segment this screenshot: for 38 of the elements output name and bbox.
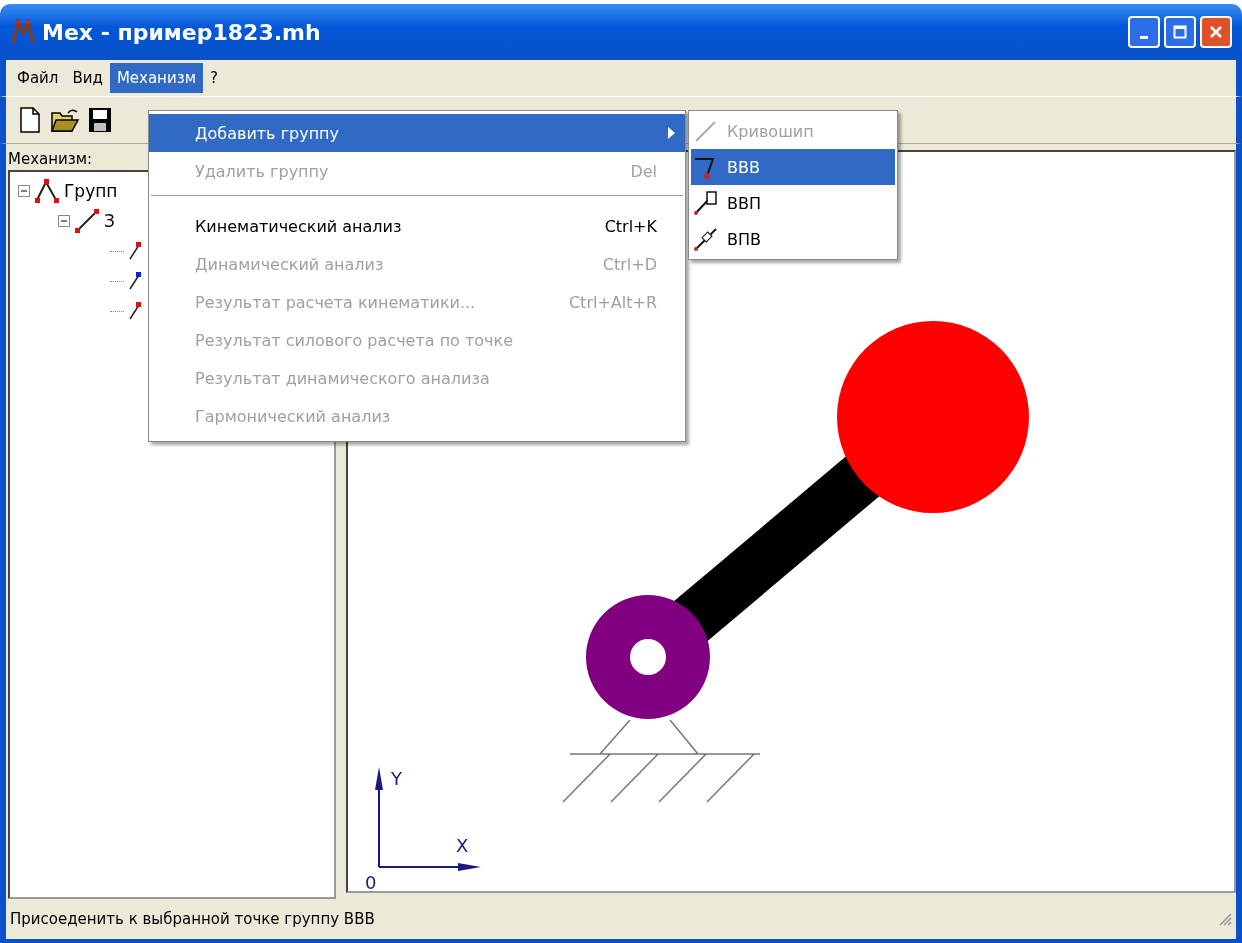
- linkage-icon: [34, 178, 60, 204]
- collapse-toggle[interactable]: [58, 215, 70, 227]
- menu-item[interactable]: Механизм: [109, 63, 203, 93]
- maximize-icon: [1173, 25, 1187, 39]
- menu-item[interactable]: Файл: [10, 63, 66, 93]
- joint-icon[interactable]: [128, 271, 142, 291]
- resize-grip-icon[interactable]: [1218, 912, 1232, 926]
- status-text: Присоеденить к выбранной точке группу ВВВ: [10, 910, 375, 928]
- joint-icon[interactable]: [128, 241, 142, 261]
- link-icon: [74, 208, 100, 234]
- axis-label: Y: [391, 768, 402, 789]
- axis-label: X: [456, 835, 469, 856]
- collapse-toggle[interactable]: [18, 185, 30, 197]
- menu-item[interactable]: ВПВ: [691, 221, 895, 257]
- joint-icon[interactable]: [128, 301, 142, 321]
- panel-label: Механизм:: [7, 150, 94, 170]
- open-folder-icon[interactable]: [50, 107, 80, 133]
- menu-item[interactable]: Добавить группу: [149, 114, 685, 152]
- origin-label: 0: [365, 872, 377, 892]
- menu-item[interactable]: ВВВ: [691, 149, 895, 185]
- close-button[interactable]: [1200, 16, 1232, 48]
- close-icon: [1209, 25, 1223, 39]
- minimize-button[interactable]: [1128, 16, 1160, 48]
- minimize-icon: [1140, 35, 1148, 39]
- window-title: Мех - пример1823.mh: [42, 19, 321, 45]
- slider-link-icon: [693, 190, 719, 216]
- new-file-icon[interactable]: [18, 107, 42, 133]
- menu-item[interactable]: ВВП: [691, 185, 895, 221]
- slider-link-icon: [693, 226, 719, 252]
- tree-item[interactable]: З: [104, 211, 115, 231]
- save-icon[interactable]: [88, 107, 112, 133]
- crank-icon: [693, 118, 719, 144]
- tree-item[interactable]: Групп: [64, 181, 118, 201]
- app-icon: [10, 19, 36, 45]
- maximize-button[interactable]: [1164, 16, 1196, 48]
- menu-item[interactable]: ?: [202, 63, 225, 93]
- menu-item[interactable]: Вид: [65, 63, 110, 93]
- menu-item[interactable]: Кинематический анализ Ctrl+K: [149, 207, 685, 245]
